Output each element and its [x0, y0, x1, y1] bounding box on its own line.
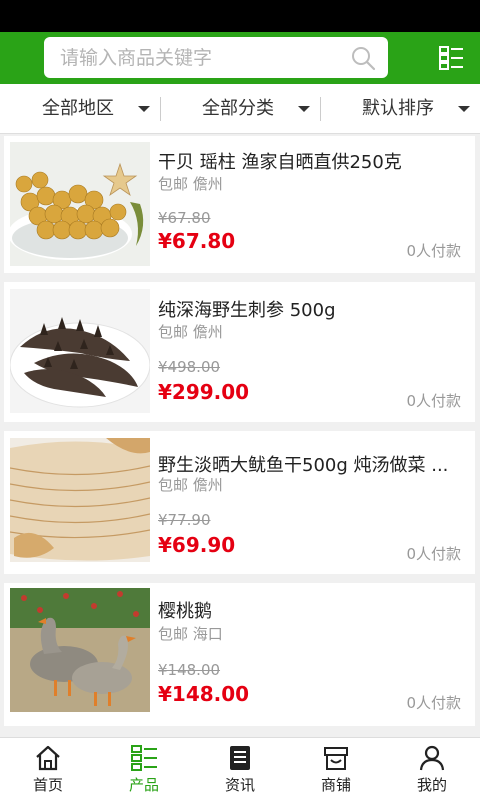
tab-label: 商铺	[320, 776, 351, 794]
chevron-down-icon	[458, 106, 470, 112]
location-label: 儋州	[192, 175, 223, 193]
filter-sort[interactable]: 默认排序	[362, 84, 478, 134]
news-icon	[230, 746, 250, 770]
original-price: ¥498.00	[158, 358, 221, 376]
filter-bar: 全部地区 全部分类 默认排序	[0, 84, 480, 134]
product-image-goose	[10, 588, 150, 712]
filter-divider	[160, 97, 161, 121]
product-card[interactable]: 干贝 瑶柱 渔家自晒直供250克 包邮 儋州 ¥67.80 ¥67.80 0人付…	[4, 136, 475, 273]
tab-home[interactable]: 首页	[0, 738, 96, 800]
shipping-label: 包邮	[158, 323, 189, 341]
product-image-dried-squid	[10, 438, 150, 562]
location-label: 儋州	[192, 476, 223, 494]
product-list-icon	[131, 745, 157, 771]
sale-price: ¥299.00	[158, 380, 250, 404]
tab-products[interactable]: 产品	[96, 738, 192, 800]
product-title[interactable]: 纯深海野生刺参 500g	[158, 296, 463, 322]
original-price: ¥77.90	[158, 511, 211, 529]
sold-count: 0人付款	[406, 242, 461, 260]
filter-sort-label: 默认排序	[362, 98, 434, 119]
list-menu-icon[interactable]	[438, 45, 464, 71]
header	[0, 32, 480, 84]
tab-label: 首页	[32, 776, 63, 794]
sold-count: 0人付款	[406, 694, 461, 712]
product-image-sea-cucumber	[10, 289, 150, 413]
tab-label: 资讯	[224, 776, 255, 794]
filter-category[interactable]: 全部分类	[202, 84, 322, 134]
product-card[interactable]: 纯深海野生刺参 500g 包邮 儋州 ¥498.00 ¥299.00 0人付款	[4, 282, 475, 422]
filter-divider	[320, 97, 321, 121]
location-label: 海口	[192, 625, 223, 643]
product-shipping-location: 包邮 儋州	[158, 474, 223, 495]
sold-count: 0人付款	[406, 545, 461, 563]
user-icon	[419, 745, 445, 771]
chevron-down-icon	[298, 106, 310, 112]
product-card[interactable]: 野生淡晒大鱿鱼干500g 炖汤做菜 ... 包邮 儋州 ¥77.90 ¥69.9…	[4, 431, 475, 574]
tab-store[interactable]: 商铺	[288, 738, 384, 800]
product-card[interactable]: 樱桃鹅 包邮 海口 ¥148.00 ¥148.00 0人付款	[4, 583, 475, 726]
tab-label: 产品	[128, 776, 159, 794]
status-bar	[0, 0, 480, 32]
store-icon	[324, 747, 348, 770]
product-image-scallops	[10, 142, 150, 266]
home-icon	[36, 745, 60, 771]
original-price: ¥148.00	[158, 661, 221, 679]
sale-price: ¥69.90	[158, 533, 236, 557]
search-input[interactable]	[44, 37, 344, 78]
shipping-label: 包邮	[158, 625, 189, 643]
sale-price: ¥148.00	[158, 682, 250, 706]
bottom-tab-bar: 首页 产品 资讯 商铺 我的	[0, 737, 480, 800]
search-box[interactable]	[44, 37, 388, 78]
sale-price: ¥67.80	[158, 229, 236, 253]
product-shipping-location: 包邮 儋州	[158, 173, 223, 194]
location-label: 儋州	[192, 323, 223, 341]
product-shipping-location: 包邮 儋州	[158, 321, 223, 342]
search-icon[interactable]	[350, 45, 376, 71]
filter-region-label: 全部地区	[42, 98, 114, 119]
filter-region[interactable]: 全部地区	[42, 84, 162, 134]
product-shipping-location: 包邮 海口	[158, 623, 223, 644]
shipping-label: 包邮	[158, 175, 189, 193]
original-price: ¥67.80	[158, 209, 211, 227]
filter-category-label: 全部分类	[202, 98, 274, 119]
sold-count: 0人付款	[406, 392, 461, 410]
product-title[interactable]: 干贝 瑶柱 渔家自晒直供250克	[158, 148, 463, 174]
tab-label: 我的	[416, 776, 447, 794]
chevron-down-icon	[138, 106, 150, 112]
product-title[interactable]: 樱桃鹅	[158, 597, 463, 623]
tab-news[interactable]: 资讯	[192, 738, 288, 800]
tab-mine[interactable]: 我的	[384, 738, 480, 800]
shipping-label: 包邮	[158, 476, 189, 494]
